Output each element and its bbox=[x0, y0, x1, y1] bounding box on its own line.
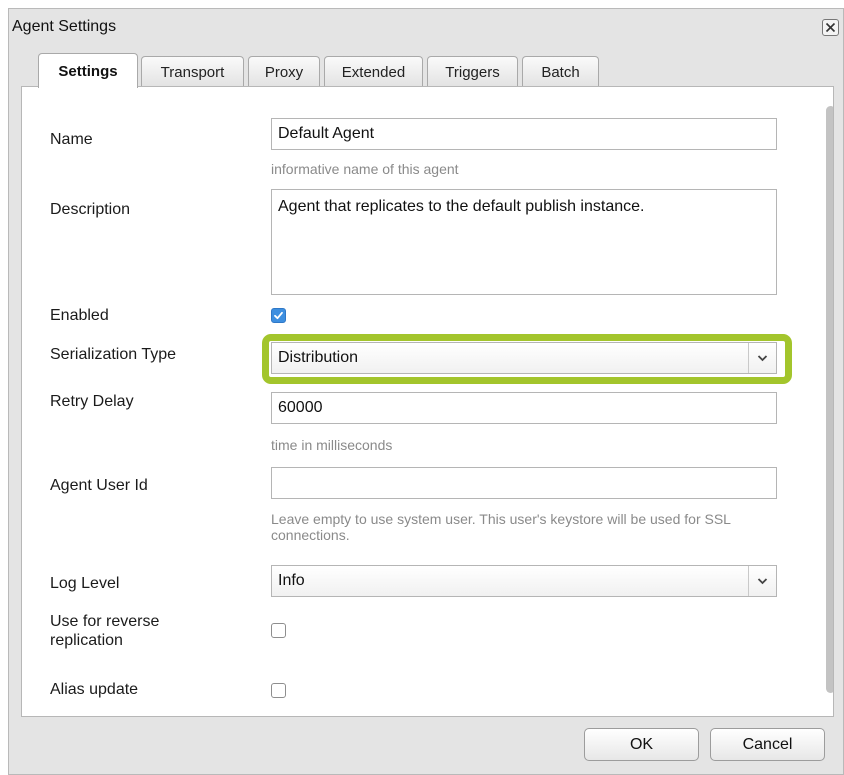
scrollbar-thumb[interactable] bbox=[826, 106, 833, 693]
log-level-label: Log Level bbox=[50, 575, 120, 592]
description-label: Description bbox=[50, 201, 131, 218]
close-icon bbox=[825, 22, 836, 33]
tab-transport[interactable]: Transport bbox=[141, 56, 244, 87]
chevron-down-icon bbox=[748, 343, 776, 373]
serialization-type-label: Serialization Type bbox=[50, 346, 176, 363]
tab-label: Transport bbox=[160, 63, 225, 81]
agent-user-id-input[interactable] bbox=[271, 467, 777, 499]
chevron-down-icon bbox=[748, 566, 776, 596]
serialization-type-value: Distribution bbox=[278, 349, 359, 366]
tab-settings[interactable]: Settings bbox=[38, 53, 138, 88]
settings-panel: Name Default Agent informative name of t… bbox=[21, 86, 834, 717]
tab-batch[interactable]: Batch bbox=[522, 56, 599, 87]
agent-settings-dialog: Agent Settings Settings Transport Proxy … bbox=[8, 8, 844, 775]
name-hint: informative name of this agent bbox=[271, 161, 459, 177]
tab-extended[interactable]: Extended bbox=[324, 56, 423, 87]
tab-bar: Settings Transport Proxy Extended Trigge… bbox=[21, 53, 831, 88]
tab-proxy[interactable]: Proxy bbox=[248, 56, 320, 87]
retry-delay-input[interactable]: 60000 bbox=[271, 392, 777, 424]
agent-user-id-hint: Leave empty to use system user. This use… bbox=[271, 511, 731, 543]
serialization-type-select[interactable]: Distribution bbox=[271, 342, 777, 374]
retry-delay-label: Retry Delay bbox=[50, 393, 134, 410]
name-input[interactable]: Default Agent bbox=[271, 118, 777, 150]
enabled-checkbox[interactable] bbox=[271, 308, 286, 323]
panel-scrollbar[interactable] bbox=[824, 87, 833, 716]
alias-update-label: Alias update bbox=[50, 681, 139, 698]
retry-delay-hint: time in milliseconds bbox=[271, 437, 393, 453]
description-textarea[interactable]: Agent that replicates to the default pub… bbox=[271, 189, 777, 295]
tab-label: Triggers bbox=[445, 63, 500, 81]
checkmark-icon bbox=[274, 311, 283, 320]
log-level-select[interactable]: Info bbox=[271, 565, 777, 597]
reverse-replication-checkbox[interactable] bbox=[271, 623, 286, 638]
close-button[interactable] bbox=[822, 19, 839, 36]
dialog-title: Agent Settings bbox=[12, 18, 117, 35]
tab-label: Proxy bbox=[264, 63, 304, 81]
name-label: Name bbox=[50, 131, 93, 148]
alias-update-checkbox[interactable] bbox=[271, 683, 286, 698]
cancel-button[interactable]: Cancel bbox=[710, 728, 825, 761]
tab-label: Settings bbox=[58, 62, 118, 80]
agent-user-id-label: Agent User Id bbox=[50, 477, 148, 494]
dialog-titlebar[interactable]: Agent Settings bbox=[9, 9, 843, 43]
tab-triggers[interactable]: Triggers bbox=[427, 56, 518, 87]
tab-label: Batch bbox=[541, 63, 580, 81]
ok-button[interactable]: OK bbox=[584, 728, 699, 761]
tab-label: Extended bbox=[341, 63, 406, 81]
enabled-label: Enabled bbox=[50, 307, 109, 324]
log-level-value: Info bbox=[278, 572, 305, 589]
reverse-replication-label: Use for reverse replication bbox=[50, 613, 160, 649]
